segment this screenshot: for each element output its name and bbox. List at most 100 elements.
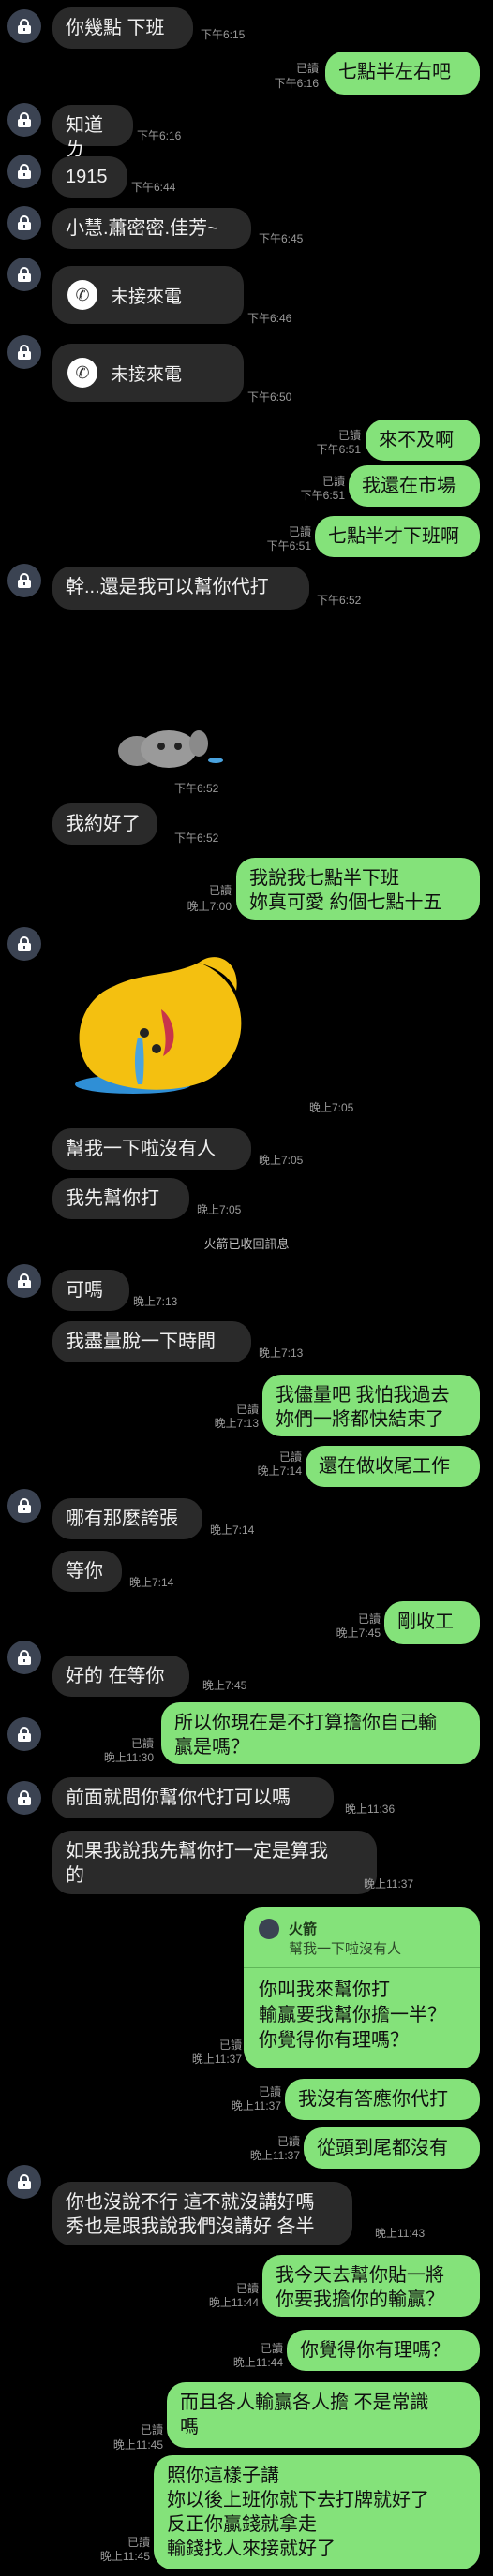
message-incoming[interactable]: 等你 <box>52 1551 122 1592</box>
message-incoming[interactable]: 如果我說我先幫你打一定是算我 的 <box>52 1831 377 1894</box>
message-incoming[interactable]: 我先幫你打 <box>52 1178 189 1219</box>
message-time: 晚上11:30 <box>103 1751 154 1764</box>
message-outgoing[interactable]: 七點半才下班啊 <box>315 516 480 557</box>
sticker-crying-chick[interactable] <box>58 944 264 1103</box>
message-time: 晚上11:45 <box>99 2550 150 2563</box>
contact-avatar[interactable] <box>7 927 41 961</box>
message-time: 下午6:51 <box>266 539 311 552</box>
message-outgoing[interactable]: 你覺得你有理嗎？ <box>287 2330 480 2371</box>
message-time: 晚上11:37 <box>249 2149 300 2162</box>
contact-avatar[interactable] <box>7 258 41 291</box>
message-outgoing[interactable]: 而且各人輸贏各人擔 不是常識 嗎 <box>167 2382 480 2448</box>
contact-avatar[interactable] <box>7 1781 41 1815</box>
message-incoming[interactable]: 幹...還是我可以幫你代打 <box>52 567 309 610</box>
read-receipt: 已讀 <box>258 2085 281 2098</box>
lock-icon <box>18 215 31 230</box>
read-receipt: 已讀 <box>208 884 232 897</box>
message-outgoing[interactable]: 照你這樣子講 妳以後上班你就下去打牌就好了 反正你贏錢就拿走 輸錢找人來接就好了 <box>154 2455 480 2569</box>
message-time: 下午6:46 <box>247 312 292 325</box>
message-incoming[interactable]: 你幾點 下班 <box>52 7 193 49</box>
read-receipt: 已讀 <box>235 1403 259 1416</box>
message-outgoing[interactable]: 我說我七點半下班 妳真可愛 約個七點十五 <box>236 858 480 920</box>
message-outgoing[interactable]: 七點半左右吧 <box>325 52 480 95</box>
message-time: 下午6:50 <box>247 390 292 404</box>
message-time: 晚上7:05 <box>197 1203 242 1216</box>
lock-icon <box>18 1498 31 1513</box>
message-time: 下午6:52 <box>174 782 219 795</box>
missed-call[interactable]: ✆ 未接來電 <box>52 344 244 402</box>
lock-icon <box>18 164 31 179</box>
contact-avatar[interactable] <box>7 206 41 240</box>
message-incoming[interactable]: 幫我一下啦沒有人 <box>52 1128 251 1170</box>
lock-icon <box>18 1273 31 1288</box>
message-outgoing[interactable]: 從頭到尾都沒有 <box>304 2127 480 2169</box>
message-time: 下午6:45 <box>259 232 304 245</box>
message-outgoing[interactable]: 我還在市場 <box>349 465 480 507</box>
message-incoming[interactable]: 我約好了 <box>52 803 157 845</box>
lock-icon <box>18 267 31 282</box>
contact-avatar[interactable] <box>7 155 41 188</box>
read-receipt: 已讀 <box>130 1737 154 1750</box>
quoted-avatar <box>259 1919 279 1939</box>
message-outgoing[interactable]: 我儘量吧 我怕我過去 妳們一將都快結束了 <box>262 1375 480 1436</box>
message-incoming[interactable]: 知道ㄌ <box>52 105 133 160</box>
lock-icon <box>18 573 31 588</box>
message-time: 晚上11:43 <box>375 2227 426 2240</box>
contact-avatar[interactable] <box>7 1641 41 1674</box>
message-outgoing[interactable]: 所以你現在是不打算擔你自己輸 贏是嗎？ <box>161 1702 480 1764</box>
message-time: 下午6:52 <box>174 832 219 845</box>
message-outgoing[interactable]: 來不及啊 <box>366 420 480 461</box>
message-incoming[interactable]: 可嗎 <box>52 1270 129 1311</box>
read-receipt: 已讀 <box>357 1612 381 1626</box>
message-time: 晚上11:37 <box>364 1877 414 1891</box>
message-time: 晚上7:45 <box>202 1679 247 1692</box>
contact-avatar[interactable] <box>7 1264 41 1298</box>
read-receipt: 已讀 <box>337 429 361 442</box>
message-outgoing[interactable]: 還在做收尾工作 <box>306 1446 480 1487</box>
reply-message-outgoing[interactable]: 火箭 幫我一下啦沒有人 你叫我來幫你打 輸贏要我幫你擔一半？ 你覺得你有理嗎？ <box>244 1907 480 2068</box>
message-time: 晚上7:05 <box>309 1101 354 1114</box>
read-receipt: 已讀 <box>278 1450 302 1464</box>
message-outgoing[interactable]: 剛收工 <box>384 1601 480 1644</box>
contact-avatar[interactable] <box>7 9 41 43</box>
message-time: 下午6:16 <box>137 129 182 142</box>
message-time: 下午6:51 <box>300 489 345 502</box>
reply-body: 你叫我來幫你打 輸贏要我幫你擔一半？ 你覺得你有理嗎？ <box>259 1980 446 2051</box>
contact-avatar[interactable] <box>7 564 41 597</box>
read-receipt: 已讀 <box>321 475 345 488</box>
message-incoming[interactable]: 哪有那麼誇張 <box>52 1498 202 1539</box>
call-label: 未接來電 <box>111 287 183 307</box>
message-time: 下午6:15 <box>201 28 246 41</box>
contact-avatar[interactable] <box>7 1717 41 1751</box>
message-outgoing[interactable]: 我沒有答應你代打 <box>285 2079 480 2120</box>
quoted-sender: 火箭 <box>289 1921 318 1937</box>
message-incoming[interactable]: 好的 在等你 <box>52 1656 189 1697</box>
read-receipt: 已讀 <box>218 2039 242 2052</box>
lock-icon <box>18 1650 31 1665</box>
quoted-message[interactable]: 火箭 幫我一下啦沒有人 <box>244 1907 480 1968</box>
sticker-rock[interactable] <box>103 723 225 779</box>
message-incoming[interactable]: 小慧.蕭密密.佳芳~ <box>52 208 251 249</box>
contact-avatar[interactable] <box>7 335 41 369</box>
read-receipt: 已讀 <box>260 2342 283 2355</box>
message-incoming[interactable]: 我盡量脫一下時間 <box>52 1321 251 1362</box>
message-time: 晚上7:00 <box>187 900 232 913</box>
call-label: 未接來電 <box>111 364 183 385</box>
missed-call[interactable]: ✆ 未接來電 <box>52 266 244 324</box>
quoted-text: 幫我一下啦沒有人 <box>289 1941 402 1957</box>
phone-icon: ✆ <box>67 358 97 388</box>
message-time: 下午6:51 <box>316 443 361 456</box>
message-time: 晚上11:36 <box>345 1803 396 1816</box>
message-incoming[interactable]: 你也沒說不行 這不就沒講好嗎 秀也是跟我說我們沒講好 各半 <box>52 2182 352 2245</box>
message-time: 晚上7:13 <box>259 1347 304 1360</box>
message-outgoing[interactable]: 我今天去幫你貼一將 你要我擔你的輸贏？ <box>262 2255 480 2317</box>
message-incoming[interactable]: 前面就問你幫你代打可以嗎 <box>52 1777 334 1818</box>
system-notice-unsent: 火箭已收回訊息 <box>203 1237 290 1251</box>
message-time: 晚上7:14 <box>257 1465 302 1478</box>
message-incoming[interactable]: 1915 <box>52 156 127 198</box>
message-time: 晚上11:45 <box>112 2438 163 2451</box>
contact-avatar[interactable] <box>7 1489 41 1523</box>
contact-avatar[interactable] <box>7 103 41 137</box>
message-time: 晚上7:13 <box>133 1295 178 1308</box>
contact-avatar[interactable] <box>7 2165 41 2199</box>
